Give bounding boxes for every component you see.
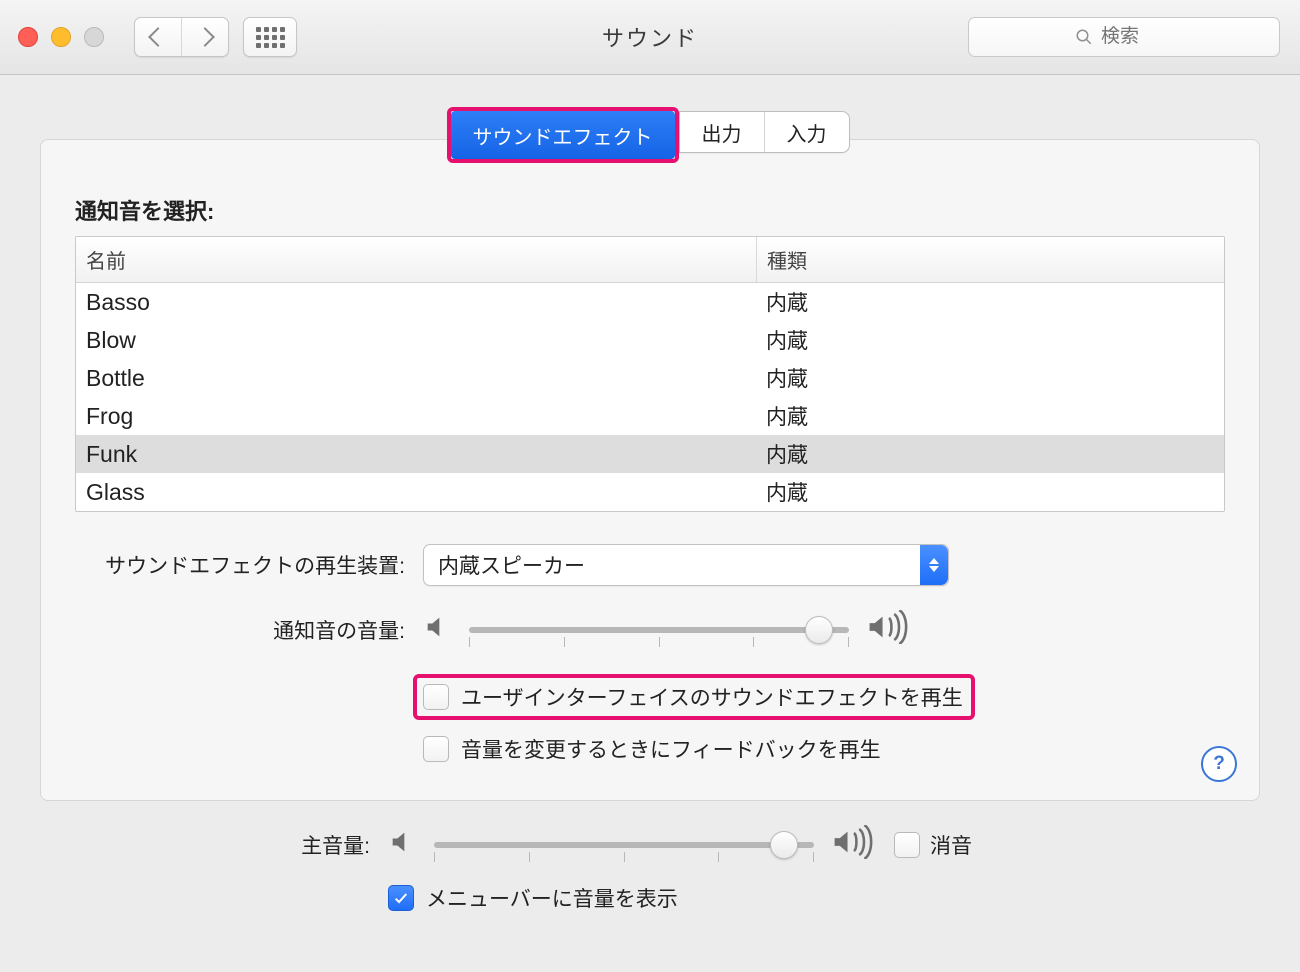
- cell-name: Basso: [76, 289, 756, 316]
- cell-name: Frog: [76, 403, 756, 430]
- column-name[interactable]: 名前: [76, 237, 757, 282]
- tabs: サウンドエフェクト 出力 入力: [0, 111, 1300, 159]
- main-volume-slider[interactable]: [434, 842, 814, 848]
- volume-low-icon: [388, 828, 416, 862]
- menubar-volume-label: メニューバーに音量を表示: [426, 883, 678, 913]
- cell-kind: 内蔵: [756, 325, 1224, 355]
- close-window-button[interactable]: [18, 27, 38, 47]
- slider-ticks: [469, 637, 849, 647]
- search-field[interactable]: [968, 17, 1280, 57]
- search-icon: [1075, 28, 1093, 46]
- table-body: Basso内蔵 Blow内蔵 Bottle内蔵 Frog内蔵 Funk内蔵 Gl…: [76, 283, 1224, 511]
- zoom-window-button[interactable]: [84, 27, 104, 47]
- cell-kind: 内蔵: [756, 477, 1224, 507]
- main-volume-label: 主音量:: [40, 830, 388, 860]
- grid-icon: [256, 27, 285, 48]
- tab-sound-effects[interactable]: サウンドエフェクト: [451, 111, 675, 159]
- alert-volume-slider[interactable]: [469, 627, 849, 633]
- volume-high-icon: [867, 610, 911, 650]
- playback-device-value: 内蔵スピーカー: [438, 550, 585, 580]
- titlebar: サウンド: [0, 0, 1300, 75]
- select-stepper-icon: [920, 545, 948, 585]
- forward-button[interactable]: [181, 18, 228, 56]
- table-header: 名前 種類: [76, 237, 1224, 283]
- cell-name: Glass: [76, 479, 756, 506]
- table-row[interactable]: Glass内蔵: [76, 473, 1224, 511]
- menubar-volume-checkbox[interactable]: [388, 885, 414, 911]
- table-row[interactable]: Funk内蔵: [76, 435, 1224, 473]
- help-button[interactable]: ?: [1201, 746, 1237, 782]
- feedback-label: 音量を変更するときにフィードバックを再生: [461, 734, 881, 764]
- show-all-button[interactable]: [244, 18, 296, 56]
- highlight-tab-effects: サウンドエフェクト: [447, 107, 679, 163]
- alert-sounds-table: 名前 種類 Basso内蔵 Blow内蔵 Bottle内蔵 Frog内蔵 Fun…: [75, 236, 1225, 512]
- minimize-window-button[interactable]: [51, 27, 71, 47]
- highlight-ui-sound-checkbox: ユーザインターフェイスのサウンドエフェクトを再生: [413, 674, 975, 720]
- cell-kind: 内蔵: [756, 287, 1224, 317]
- alert-volume-label: 通知音の音量:: [75, 615, 423, 645]
- history-nav: [134, 17, 229, 57]
- search-input[interactable]: [1099, 25, 1173, 49]
- ui-sound-checkbox[interactable]: [423, 684, 449, 710]
- cell-kind: 内蔵: [756, 401, 1224, 431]
- window-controls: [18, 27, 104, 47]
- cell-kind: 内蔵: [756, 363, 1224, 393]
- cell-name: Funk: [76, 441, 756, 468]
- tab-input[interactable]: 入力: [764, 112, 849, 152]
- mute-label: 消音: [930, 830, 972, 860]
- volume-low-icon: [423, 613, 451, 647]
- chevron-right-icon: [195, 27, 215, 47]
- back-button[interactable]: [135, 18, 181, 56]
- check-icon: [393, 890, 409, 906]
- select-alert-label: 通知音を選択:: [75, 194, 1225, 226]
- slider-ticks: [434, 852, 814, 862]
- feedback-checkbox[interactable]: [423, 736, 449, 762]
- show-all-prefs: [243, 17, 297, 57]
- playback-device-label: サウンドエフェクトの再生装置:: [75, 550, 423, 580]
- table-row[interactable]: Basso内蔵: [76, 283, 1224, 321]
- alert-volume-control: [423, 610, 911, 650]
- volume-high-icon: [832, 825, 876, 865]
- table-row[interactable]: Frog内蔵: [76, 397, 1224, 435]
- main-volume-control: [388, 825, 876, 865]
- column-kind[interactable]: 種類: [757, 237, 1224, 282]
- sound-effects-panel: 通知音を選択: 名前 種類 Basso内蔵 Blow内蔵 Bottle内蔵 Fr…: [40, 139, 1260, 801]
- cell-name: Blow: [76, 327, 756, 354]
- mute-checkbox[interactable]: [894, 832, 920, 858]
- chevron-left-icon: [148, 27, 168, 47]
- table-row[interactable]: Bottle内蔵: [76, 359, 1224, 397]
- slider-thumb[interactable]: [805, 616, 833, 644]
- playback-device-select[interactable]: 内蔵スピーカー: [423, 544, 949, 586]
- cell-kind: 内蔵: [756, 439, 1224, 469]
- ui-sound-label: ユーザインターフェイスのサウンドエフェクトを再生: [461, 682, 963, 712]
- cell-name: Bottle: [76, 365, 756, 392]
- output-volume-section: 主音量: 消音 メニューバーに音量を表示: [40, 825, 1260, 913]
- slider-thumb[interactable]: [770, 831, 798, 859]
- table-row[interactable]: Blow内蔵: [76, 321, 1224, 359]
- tab-output[interactable]: 出力: [680, 112, 764, 152]
